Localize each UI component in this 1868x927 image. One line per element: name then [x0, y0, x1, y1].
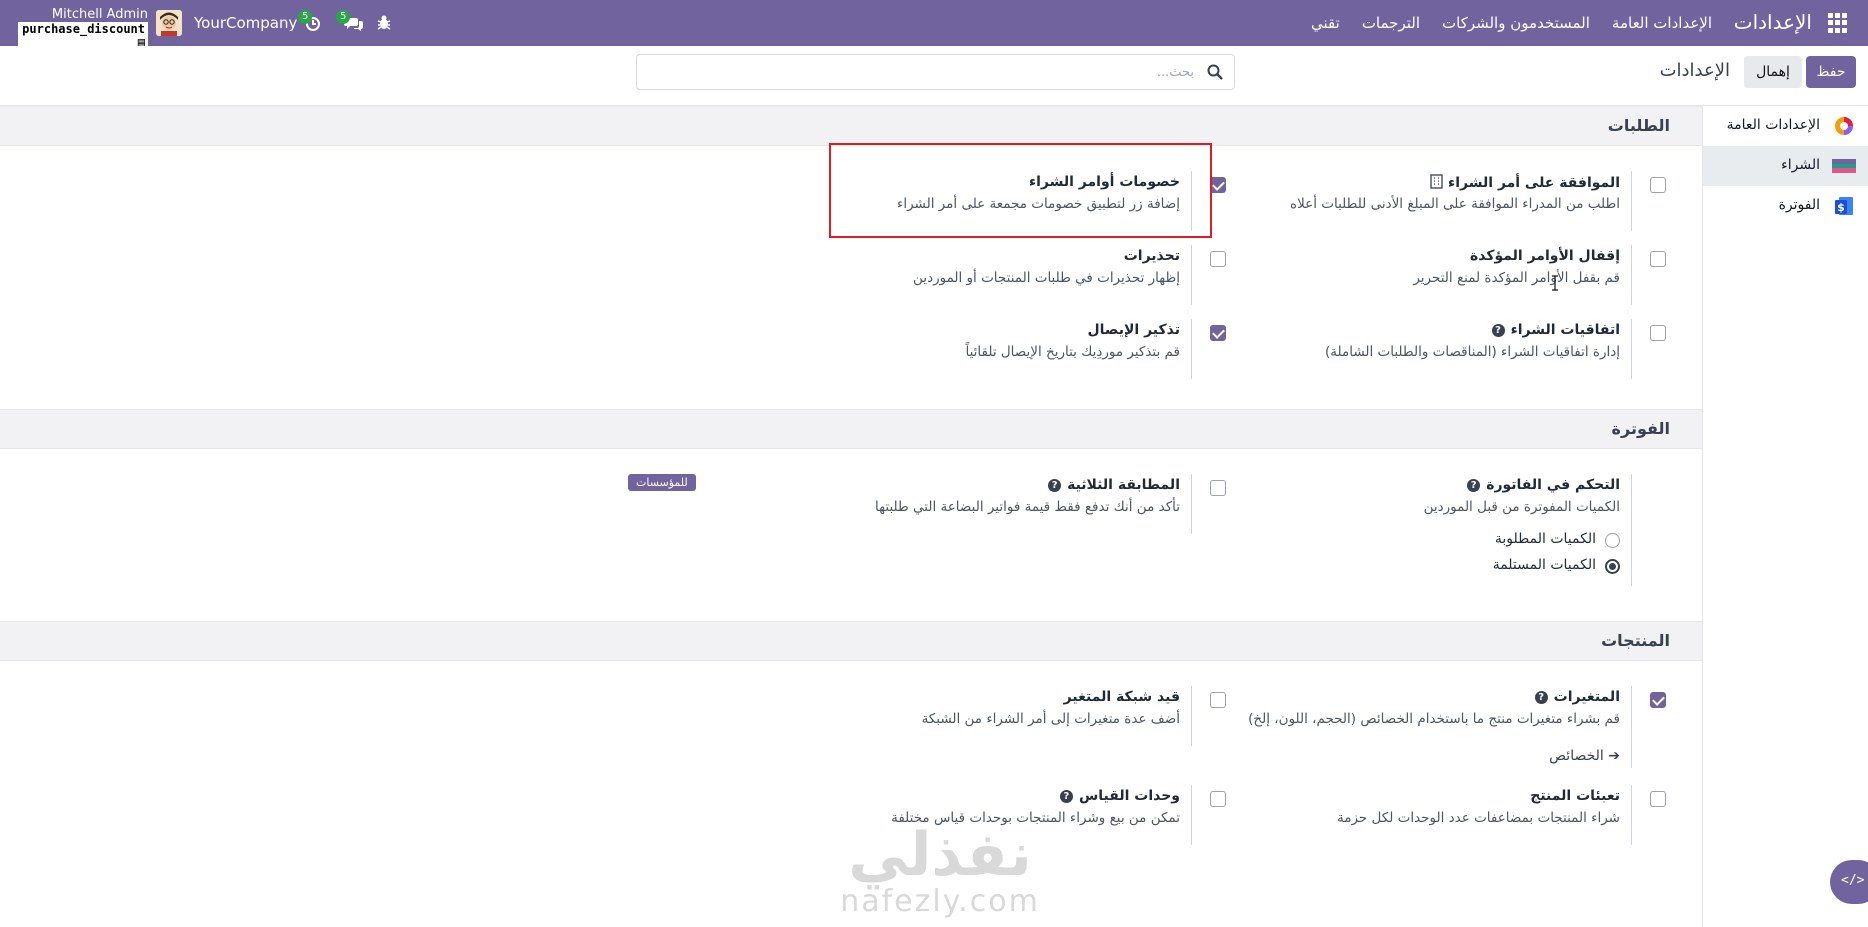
avatar[interactable]: [156, 10, 182, 36]
radio-label: الكميات المستلمة: [1492, 557, 1596, 573]
setting-description: الكميات المفوترة من قبل الموردين: [1423, 499, 1620, 515]
highlight-box: [829, 143, 1212, 238]
building-icon: [1430, 174, 1443, 193]
text-cursor-icon: [1551, 275, 1559, 291]
radio-ordered-quantities[interactable]: الكميات المطلوبة: [1420, 531, 1620, 551]
radio-label: الكميات المطلوبة: [1494, 531, 1596, 547]
company-switcher[interactable]: YourCompany: [194, 14, 297, 32]
odoo-logo-icon: [1834, 116, 1854, 136]
warnings-checkbox[interactable]: [1210, 251, 1226, 267]
setting-three-way-matching: المطابقة الثلاثية? تأكد من أنك تدفع فقط …: [628, 474, 1232, 534]
watermark: نفذلي nafezly.com: [830, 825, 1050, 919]
user-name: Mitchell Admin: [51, 7, 148, 22]
lock-orders-checkbox[interactable]: [1650, 251, 1666, 267]
setting-title: وحدات القياس?: [1059, 788, 1180, 804]
watermark-arabic: نفذلي: [848, 820, 1032, 890]
radio-button[interactable]: [1605, 559, 1620, 574]
discard-button[interactable]: إهمال: [1744, 56, 1802, 88]
svg-text:$: $: [1837, 201, 1845, 214]
debug-tools-button[interactable]: </>: [1830, 860, 1868, 904]
section-title: الطلبات: [1607, 116, 1670, 135]
save-button[interactable]: حفظ: [1806, 56, 1856, 88]
setting-description: تأكد من أنك تدفع فقط قيمة فواتير البضاعة…: [875, 499, 1180, 515]
search-input[interactable]: [654, 62, 1194, 82]
menu-technical[interactable]: تقني: [1311, 14, 1340, 32]
arrow-right-icon: ➔: [1608, 748, 1620, 764]
variant-grid-checkbox[interactable]: [1210, 692, 1226, 708]
purchase-icon: [1832, 156, 1856, 176]
uom-checkbox[interactable]: [1210, 791, 1226, 807]
top-navbar: الإعدادات الإعدادات العامة المستخدمون وا…: [0, 0, 1868, 50]
setting-title: المتغيرات?: [1534, 689, 1620, 705]
code-icon: </>: [1841, 873, 1865, 888]
setting-description: إظهار تحذيرات في طلبات المنتجات أو المور…: [913, 270, 1180, 286]
section-orders-header: الطلبات: [0, 106, 1702, 146]
packagings-checkbox[interactable]: [1650, 791, 1666, 807]
watermark-latin: nafezly.com: [840, 884, 1040, 919]
setting-title: المطابقة الثلاثية?: [1048, 477, 1180, 493]
setting-description: إدارة اتفاقيات الشراء (المناقصات والطلبا…: [1325, 344, 1620, 360]
user-menu[interactable]: Mitchell Admin purchase_discount ▤: [18, 8, 148, 50]
setting-title: الموافقة على أمر الشراء: [1430, 174, 1620, 193]
search-icon[interactable]: [1206, 63, 1224, 81]
po-discounts-checkbox[interactable]: [1210, 177, 1226, 193]
setting-title: تذكير الإيصال: [1087, 322, 1180, 338]
sidebar-item-label: الشراء: [1781, 157, 1820, 173]
radio-received-quantities[interactable]: الكميات المستلمة: [1420, 557, 1620, 577]
setting-variant-grid: قيد شبكة المتغير أضف عدة متغيرات إلى أمر…: [632, 686, 1232, 746]
three-way-checkbox[interactable]: [1210, 480, 1226, 496]
setting-warnings: تحذيرات إظهار تحذيرات في طلبات المنتجات …: [632, 245, 1232, 305]
help-icon[interactable]: ?: [1491, 324, 1505, 337]
invoicing-icon: $: [1834, 196, 1854, 216]
setting-description: أضف عدة متغيرات إلى أمر الشراء من الشبكة: [921, 711, 1180, 727]
setting-description: قم بتذكير موردِيك بتاريخ الإيصال تلقائيا…: [965, 344, 1180, 360]
menu-translations[interactable]: الترجمات: [1362, 14, 1420, 32]
help-icon[interactable]: ?: [1534, 691, 1548, 704]
po-approval-checkbox[interactable]: [1650, 177, 1666, 193]
receipt-reminder-checkbox[interactable]: [1210, 325, 1226, 341]
menu-general-settings[interactable]: الإعدادات العامة: [1612, 14, 1712, 32]
search-box: [636, 54, 1235, 90]
section-invoicing-header: الفوترة: [0, 409, 1702, 449]
apps-grid-icon[interactable]: [1828, 13, 1848, 33]
top-menu: الإعدادات العامة المستخدمون والشركات الت…: [1311, 14, 1712, 32]
sidebar-item-label: الإعدادات العامة: [1726, 117, 1820, 133]
setting-title: قيد شبكة المتغير: [1063, 689, 1180, 705]
sidebar-item-label: الفوترة: [1778, 197, 1820, 213]
setting-title: اتفاقيات الشراء?: [1491, 322, 1620, 338]
help-icon[interactable]: ?: [1467, 479, 1481, 492]
menu-users-companies[interactable]: المستخدمون والشركات: [1442, 14, 1590, 32]
variants-checkbox[interactable]: [1650, 692, 1666, 708]
app-brand[interactable]: الإعدادات: [1734, 10, 1812, 34]
help-icon[interactable]: ?: [1059, 790, 1073, 803]
setting-description: قم بقفل الأوامر المؤكدة لمنع التحرير: [1413, 270, 1620, 286]
setting-title: التحكم في الفاتورة?: [1467, 477, 1620, 493]
setting-title: إقفال الأوامر المؤكدة: [1469, 248, 1620, 264]
settings-sidebar: الإعدادات العامة الشراء $ الفوترة: [1702, 106, 1868, 927]
section-title: المنتجات: [1601, 631, 1670, 650]
setting-title: تحذيرات: [1123, 248, 1180, 264]
section-products-header: المنتجات: [0, 621, 1702, 661]
setting-description: قم بشراء متغيرات منتج ما باستخدام الخصائ…: [1248, 711, 1620, 727]
sidebar-item-general-settings[interactable]: الإعدادات العامة: [1703, 106, 1868, 146]
radio-button[interactable]: [1605, 533, 1620, 548]
bug-icon[interactable]: [376, 14, 396, 32]
setting-receipt-reminder: تذكير الإيصال قم بتذكير موردِيك بتاريخ ا…: [632, 319, 1232, 379]
setting-description: شراء المنتجات بمضاعفات عدد الوحدات لكل ح…: [1337, 810, 1620, 826]
attributes-link[interactable]: ➔ الخصائص: [1549, 748, 1620, 764]
sidebar-item-invoicing[interactable]: $ الفوترة: [1703, 186, 1868, 226]
page-title: الإعدادات: [1659, 60, 1730, 81]
enterprise-badge: للمؤسسات: [628, 474, 696, 491]
help-icon[interactable]: ?: [1048, 479, 1062, 492]
setting-description: اطلب من المدراء الموافقة على المبلغ الأد…: [1290, 196, 1620, 212]
sidebar-item-purchase[interactable]: الشراء: [1703, 146, 1868, 186]
setting-title: تعبئات المنتج: [1530, 788, 1620, 804]
section-title: الفوترة: [1611, 419, 1670, 438]
control-panel: حفظ إهمال الإعدادات: [0, 46, 1868, 106]
agreements-checkbox[interactable]: [1650, 325, 1666, 341]
